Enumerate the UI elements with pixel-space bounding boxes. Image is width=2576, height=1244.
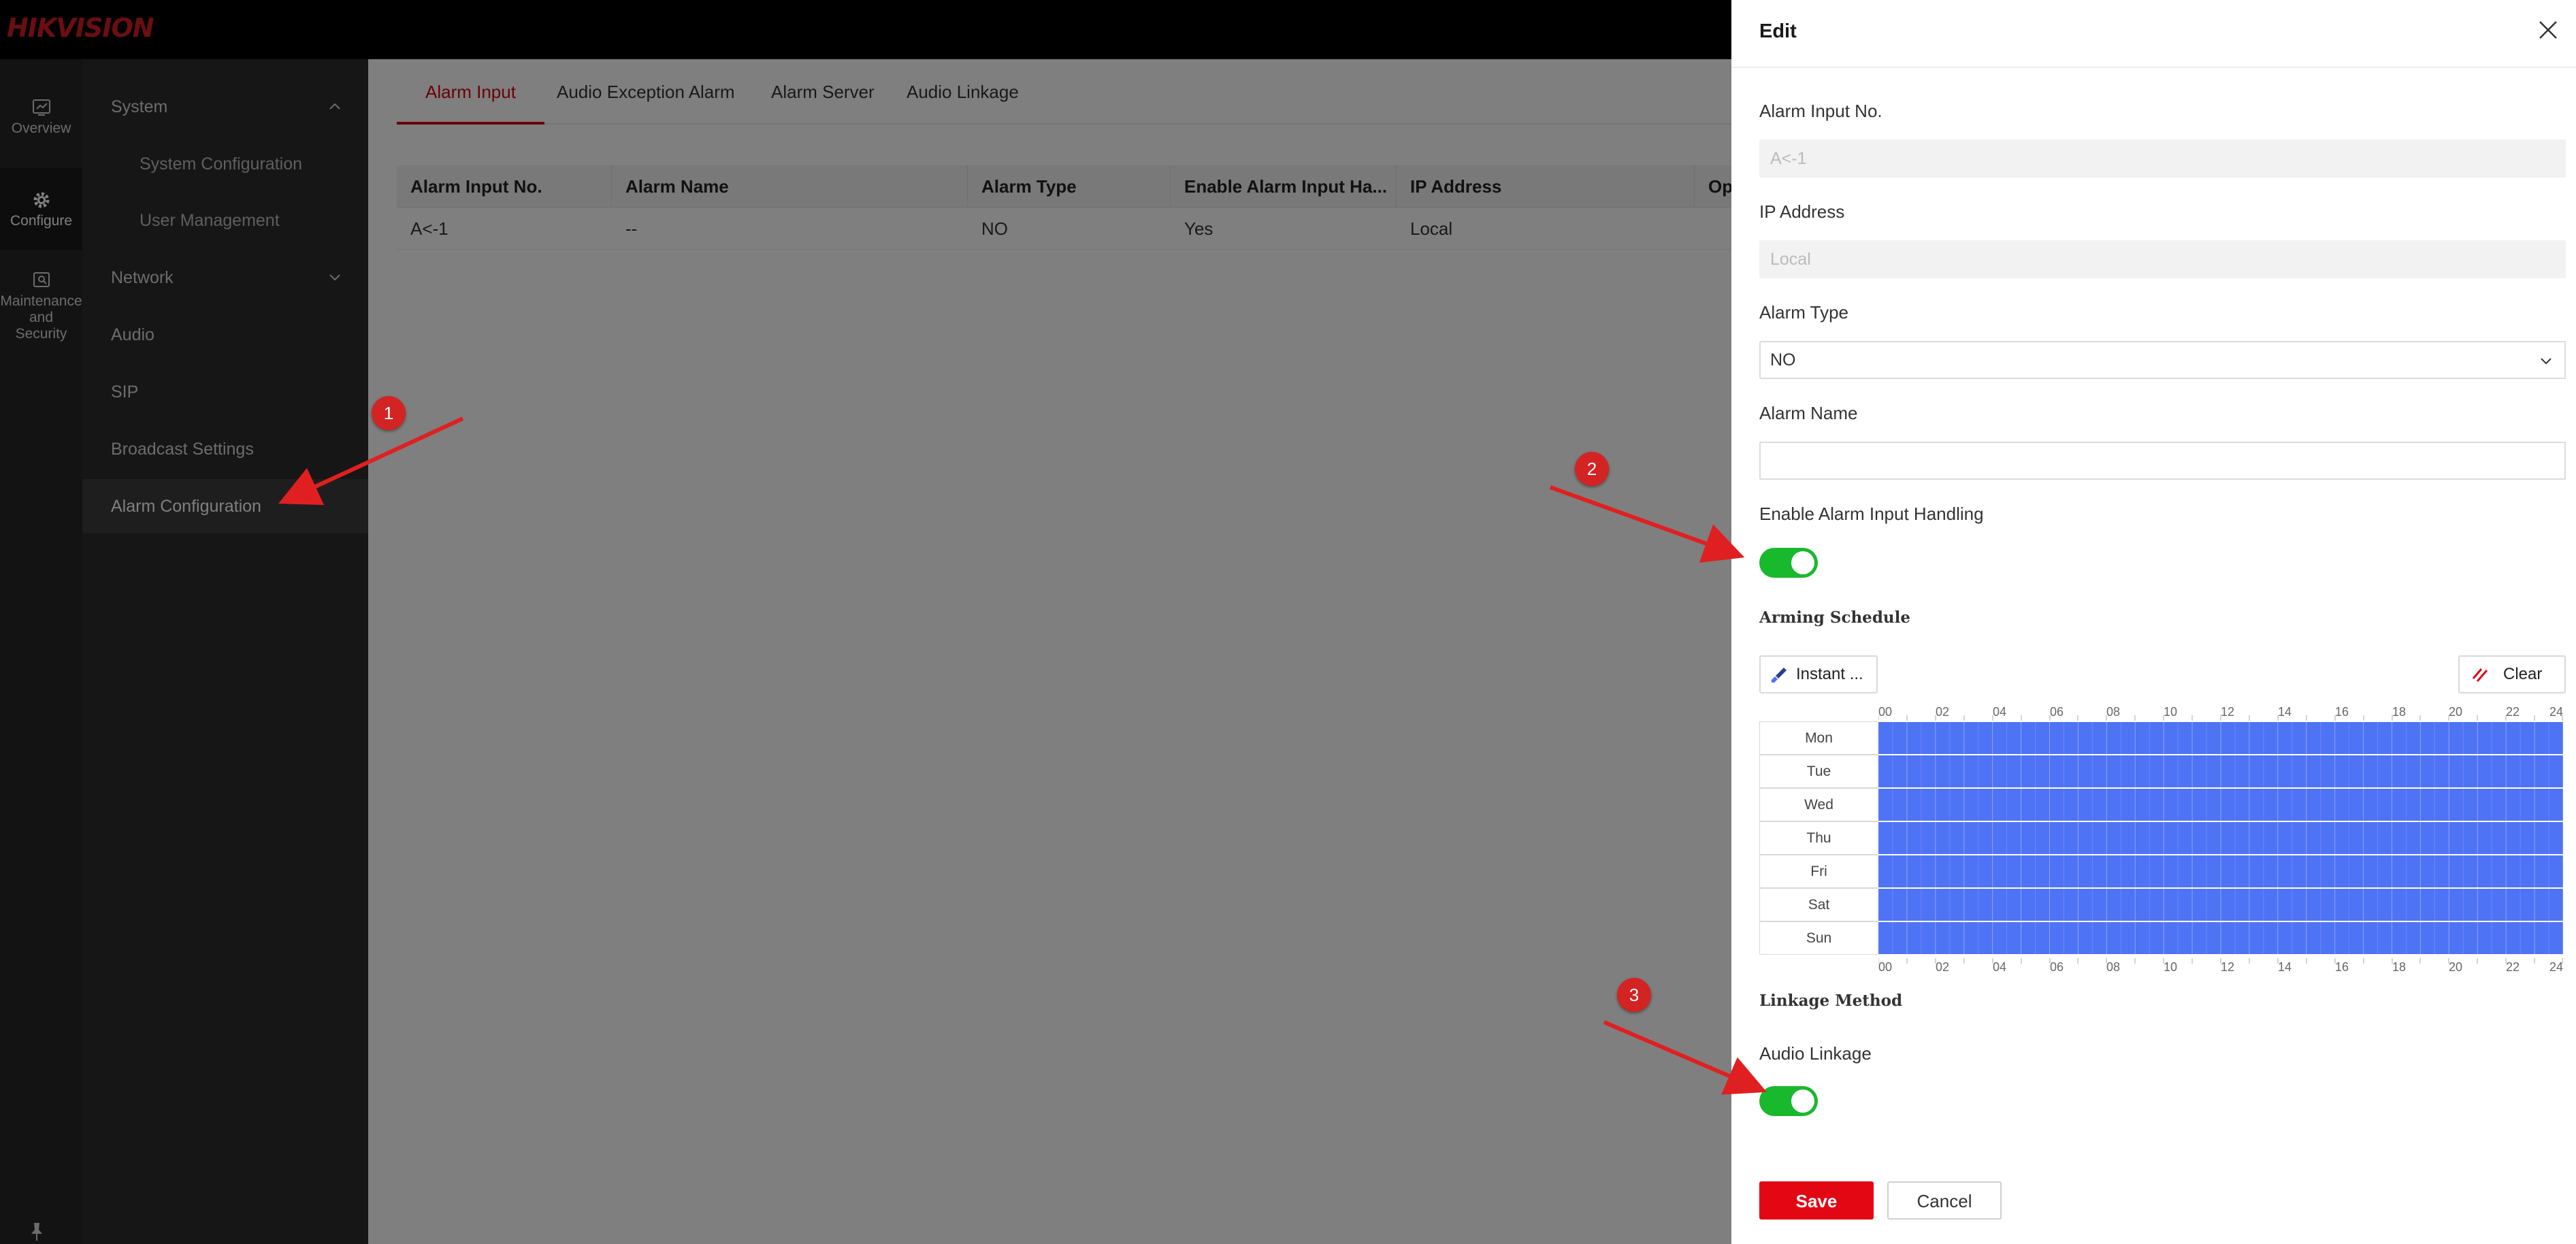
hour-tick-label: 18 (2392, 960, 2407, 974)
schedule-day-label: Fri (1759, 855, 1878, 888)
alarm-type-select[interactable]: NO (1759, 341, 2566, 379)
toggle-knob (1791, 551, 1814, 574)
hour-tick-label: 16 (2335, 705, 2349, 719)
hour-tick-label: 22 (2506, 960, 2520, 974)
hour-tick-label: 10 (2164, 705, 2178, 719)
drawer-title: Edit (1759, 20, 1797, 42)
clear-label: Clear (2503, 665, 2543, 683)
hour-tick-label: 20 (2449, 960, 2463, 974)
linkage-method-title: Linkage Method (1759, 992, 1903, 1010)
hour-tick-label: 06 (2050, 705, 2064, 719)
annotation-badge: 1 (372, 396, 406, 430)
alarm-input-no-label: Alarm Input No. (1759, 101, 1882, 121)
arming-schedule-grid[interactable] (1878, 721, 2563, 956)
toggle-knob (1791, 1090, 1814, 1113)
hour-tick-label: 24 (2549, 960, 2564, 974)
alarm-type-value: NO (1770, 350, 1796, 370)
modal-backdrop[interactable] (0, 0, 1731, 1244)
drawer-header: Edit (1731, 0, 2576, 68)
instant-draw-label: Instant ... (1796, 665, 1863, 683)
enable-handling-label: Enable Alarm Input Handling (1759, 504, 1984, 524)
enable-handling-toggle[interactable] (1759, 548, 1818, 578)
hour-tick-label: 18 (2392, 705, 2407, 719)
instant-draw-button[interactable]: Instant ... (1759, 655, 1878, 693)
audio-linkage-label: Audio Linkage (1759, 1043, 1872, 1064)
annotation-badge: 2 (1575, 452, 1609, 486)
alarm-input-no-field: A<-1 (1759, 140, 2566, 178)
ip-address-label: IP Address (1759, 201, 1845, 222)
hour-tick-label: 14 (2278, 705, 2292, 719)
hour-tick-label: 02 (1936, 705, 1950, 719)
hour-tick-label: 08 (2106, 705, 2121, 719)
schedule-hour-axis-top: 00 02 04 06 08 10 12 14 16 18 20 22 24 (1878, 703, 2563, 721)
schedule-day-label: Sat (1759, 888, 1878, 921)
hour-tick-label: 00 (1878, 705, 1893, 719)
hour-tick-label: 06 (2050, 960, 2064, 974)
hour-tick-label: 20 (2449, 705, 2463, 719)
arming-schedule-title: Arming Schedule (1759, 608, 1910, 627)
hour-tick-label: 22 (2506, 705, 2520, 719)
save-button[interactable]: Save (1759, 1181, 1874, 1220)
hour-tick-label: 14 (2278, 960, 2292, 974)
schedule-day-label: Wed (1759, 788, 1878, 821)
hour-tick-label: 12 (2221, 960, 2235, 974)
hour-tick-label: 10 (2164, 960, 2178, 974)
hour-tick-label: 02 (1936, 960, 1950, 974)
chevron-down-icon (2541, 358, 2551, 365)
schedule-day-label: Tue (1759, 755, 1878, 788)
clear-schedule-button[interactable]: Clear (2458, 655, 2566, 693)
schedule-day-label: Thu (1759, 821, 1878, 855)
close-icon[interactable] (2536, 18, 2560, 42)
hour-tick-label: 04 (1993, 705, 2007, 719)
hour-tick-label: 00 (1878, 960, 1893, 974)
alarm-name-label: Alarm Name (1759, 403, 1858, 423)
hour-tick-label: 24 (2549, 705, 2564, 719)
schedule-day-labels: Mon Tue Wed Thu Fri Sat Sun (1759, 721, 1878, 956)
ip-address-field: Local (1759, 240, 2566, 278)
brush-icon (1772, 668, 1787, 683)
alarm-name-input[interactable] (1759, 442, 2566, 480)
audio-linkage-toggle[interactable] (1759, 1086, 1818, 1116)
schedule-day-label: Mon (1759, 721, 1878, 755)
edit-drawer: Edit Alarm Input No. A<-1 IP Address Loc… (1731, 0, 2576, 1244)
alarm-type-label: Alarm Type (1759, 302, 1849, 323)
schedule-day-label: Sun (1759, 921, 1878, 955)
cancel-button[interactable]: Cancel (1887, 1181, 2002, 1220)
eraser-icon (2472, 668, 2488, 682)
hour-tick-label: 16 (2335, 960, 2349, 974)
hour-tick-label: 12 (2221, 705, 2235, 719)
annotation-badge: 3 (1617, 978, 1651, 1012)
schedule-hour-axis-bottom: 00 02 04 06 08 10 12 14 16 18 20 22 24 (1878, 958, 2563, 976)
hour-tick-label: 08 (2106, 960, 2121, 974)
hour-tick-label: 04 (1993, 960, 2007, 974)
